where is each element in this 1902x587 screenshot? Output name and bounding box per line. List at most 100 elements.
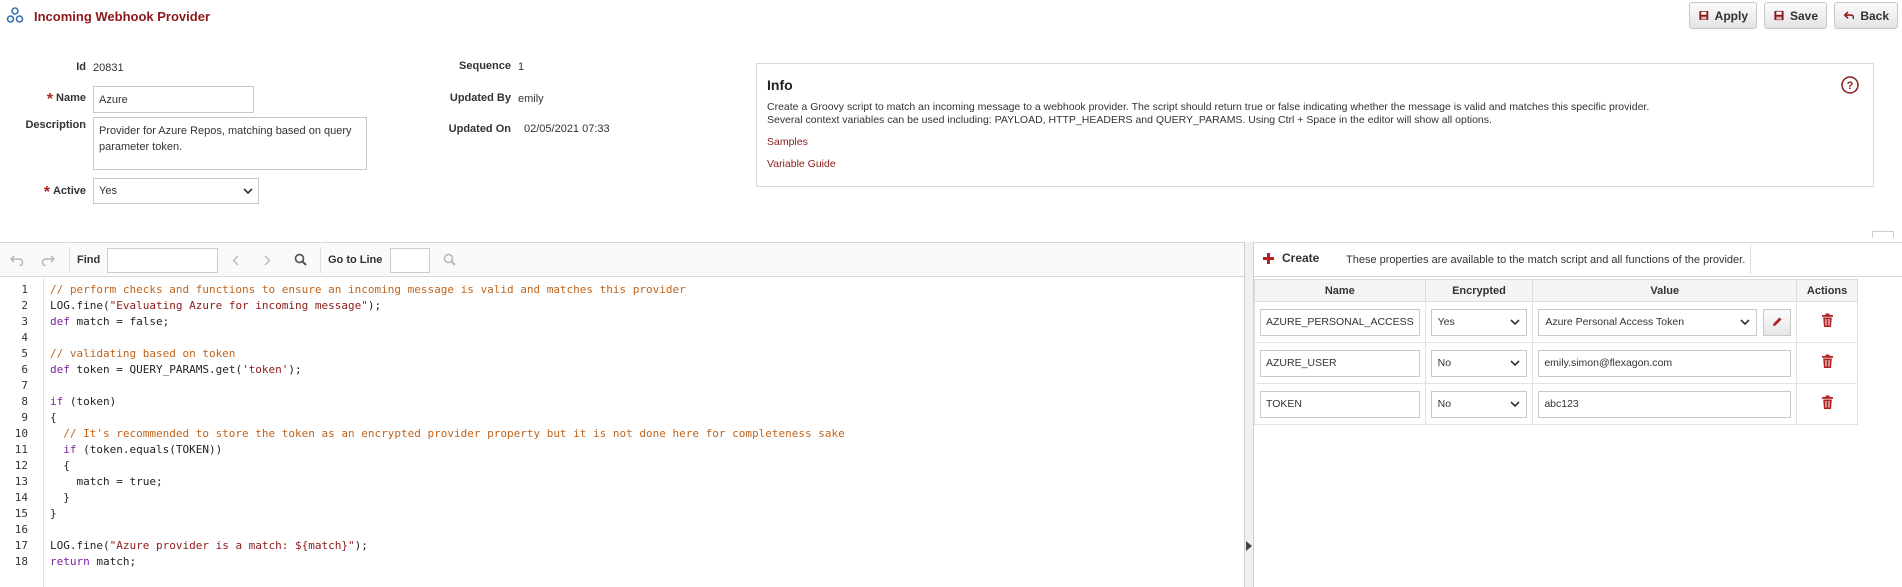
save-disk-icon: [1699, 11, 1709, 20]
code-token: match = false;: [69, 315, 170, 328]
line-number: 12: [14, 459, 28, 472]
panel-splitter[interactable]: [1244, 242, 1254, 587]
encrypted-select-value: Yes: [1437, 316, 1455, 328]
goto-line-label: Go to Line: [328, 254, 383, 266]
updated-on-label: Updated On: [448, 123, 511, 135]
property-name-input[interactable]: AZURE_PERSONAL_ACCESS: [1260, 308, 1420, 336]
description-label: Description: [25, 119, 86, 131]
find-label: Find: [77, 254, 101, 266]
code-token: def: [50, 363, 70, 376]
active-select[interactable]: Yes: [93, 178, 259, 204]
line-number: 7: [21, 379, 28, 392]
sequence-value: 1: [518, 61, 525, 73]
chevron-left-icon[interactable]: [232, 255, 240, 266]
undo-icon[interactable]: [10, 254, 24, 266]
find-input[interactable]: [107, 248, 218, 273]
trash-icon[interactable]: [1821, 354, 1834, 369]
back-arrow-icon: [1844, 11, 1855, 20]
property-value-select[interactable]: Azure Personal Access Token: [1538, 308, 1758, 336]
trash-icon[interactable]: [1821, 313, 1834, 328]
code-line: }: [50, 507, 57, 520]
back-button[interactable]: Back: [1834, 2, 1898, 29]
code-line: if (token): [50, 395, 116, 408]
property-value-input[interactable]: abc123: [1538, 390, 1792, 418]
code-token: (token): [63, 395, 117, 408]
line-number: 15: [14, 507, 28, 520]
encrypted-select[interactable]: No: [1430, 349, 1528, 377]
column-header-encrypted[interactable]: Encrypted: [1424, 279, 1534, 302]
line-number: 2: [21, 299, 28, 312]
property-name-value: AZURE_USER: [1266, 357, 1337, 369]
property-value-input[interactable]: emily.simon@flexagon.com: [1538, 349, 1792, 377]
search-icon[interactable]: [294, 253, 307, 266]
save-button[interactable]: Save: [1764, 2, 1827, 29]
help-icon[interactable]: ?: [1841, 76, 1859, 94]
column-header-value[interactable]: Value: [1532, 279, 1798, 302]
property-value-text: emily.simon@flexagon.com: [1544, 357, 1673, 369]
code-token: );: [288, 363, 302, 376]
chevron-down-icon: [1740, 319, 1750, 325]
code-token: // It's recommended to store the token a…: [50, 427, 845, 440]
property-name-value: AZURE_PERSONAL_ACCESS: [1266, 316, 1414, 328]
code-token: 'token': [242, 363, 289, 376]
samples-link[interactable]: Samples: [767, 136, 808, 148]
active-label: * Active: [30, 184, 86, 202]
code-token: return: [50, 555, 90, 568]
updated-by-value: emily: [518, 93, 544, 105]
name-field-value: Azure: [99, 93, 128, 106]
active-label-text: Active: [52, 185, 86, 197]
caret-right-icon: [1246, 541, 1252, 551]
description-field[interactable]: Provider for Azure Repos, matching based…: [93, 117, 367, 170]
property-name-input[interactable]: AZURE_USER: [1260, 349, 1420, 377]
toolbar-divider: [320, 247, 321, 273]
line-number: 9: [21, 411, 28, 424]
create-label: Create: [1282, 251, 1320, 265]
chevron-down-icon: [1510, 319, 1520, 325]
goto-line-input[interactable]: [390, 248, 430, 273]
back-label: Back: [1860, 8, 1889, 23]
trash-icon[interactable]: [1821, 395, 1834, 410]
property-name-input[interactable]: TOKEN: [1260, 390, 1420, 418]
table-row: AZURE_USER No emily.simon@flexagon.com: [1254, 342, 1858, 384]
code-token: {: [50, 411, 57, 424]
line-number: 3: [21, 315, 28, 328]
apply-button[interactable]: Apply: [1689, 2, 1757, 29]
code-line: }: [50, 491, 70, 504]
toolbar-divider: [69, 247, 70, 273]
table-row: TOKEN No abc123: [1254, 383, 1858, 425]
chevron-down-icon: [1510, 360, 1520, 366]
plus-icon: [1263, 252, 1274, 264]
code-line: // It's recommended to store the token a…: [50, 427, 845, 440]
code-token: );: [367, 299, 382, 312]
encrypted-select-value: No: [1437, 398, 1452, 410]
code-token: token = QUERY_PARAMS.get(: [69, 363, 243, 376]
encrypted-select[interactable]: Yes: [1430, 308, 1528, 336]
info-text-line-1: Create a Groovy script to match an incom…: [767, 101, 1650, 113]
line-number: 8: [21, 395, 28, 408]
line-number: 13: [14, 475, 28, 488]
chevron-right-icon[interactable]: [263, 255, 271, 266]
create-button[interactable]: Create: [1262, 251, 1319, 265]
active-select-value: Yes: [99, 185, 117, 197]
chevron-down-icon: [243, 188, 253, 194]
line-number: 18: [14, 555, 28, 568]
code-token: }: [50, 507, 57, 520]
column-header-name[interactable]: Name: [1254, 279, 1426, 302]
code-line: return match;: [50, 555, 136, 568]
code-token: "Azure provider is a match: ${match}": [109, 539, 355, 552]
description-field-value: Provider for Azure Repos, matching based…: [99, 125, 352, 153]
encrypted-select[interactable]: No: [1430, 390, 1528, 418]
redo-icon[interactable]: [41, 254, 55, 266]
search-icon[interactable]: [443, 253, 456, 266]
edit-button[interactable]: [1763, 308, 1792, 336]
name-label: * Name: [30, 91, 86, 109]
line-number: 1: [21, 283, 28, 296]
variable-guide-link[interactable]: Variable Guide: [767, 158, 836, 170]
name-field[interactable]: Azure: [93, 86, 254, 113]
encrypted-select-value: No: [1437, 357, 1452, 369]
id-label: Id: [76, 61, 86, 73]
code-line: def token = QUERY_PARAMS.get('token');: [50, 363, 302, 376]
editor-toolbar: Find Go to Line: [0, 242, 1244, 277]
property-value-text: Azure Personal Access Token: [1545, 316, 1685, 328]
collapse-handle[interactable]: [1872, 231, 1894, 238]
